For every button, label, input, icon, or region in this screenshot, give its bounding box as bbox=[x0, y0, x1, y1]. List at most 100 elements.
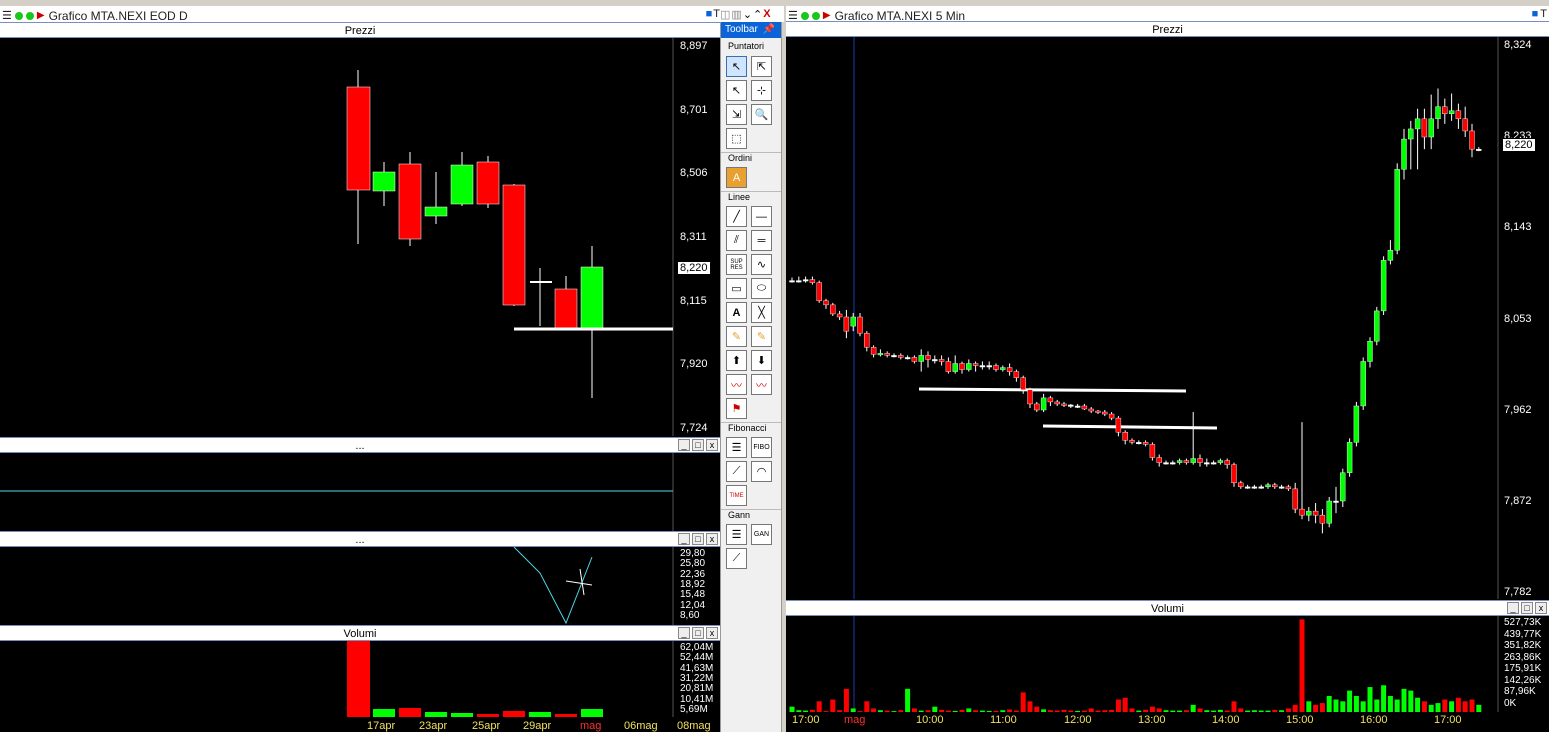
fibo-fan-icon[interactable]: ⟋ bbox=[726, 461, 747, 482]
flag-icon[interactable]: ⚑ bbox=[726, 398, 747, 419]
volume-bar bbox=[877, 710, 883, 712]
arrow-down-icon[interactable]: ⬇ bbox=[751, 350, 772, 371]
text-tool-icon[interactable]: T bbox=[1540, 8, 1547, 20]
candle bbox=[816, 282, 822, 302]
area-select-icon[interactable]: ⬚ bbox=[726, 128, 747, 149]
fibo-tool-icon[interactable]: FIBO bbox=[751, 437, 772, 458]
toolbar-square-icon[interactable]: ◫ bbox=[720, 8, 730, 21]
square-icon[interactable]: ■ bbox=[1532, 8, 1539, 20]
select-tool-icon[interactable]: ⇲ bbox=[726, 104, 747, 125]
volume-bar bbox=[1360, 701, 1366, 712]
toolbar-title: Toolbar 📌 bbox=[721, 22, 781, 38]
section-linee: Linee bbox=[721, 191, 781, 203]
curve-icon[interactable]: ∿ bbox=[751, 254, 772, 275]
candle bbox=[476, 161, 500, 205]
volume-bar bbox=[939, 709, 945, 712]
axis-tick-label: 22,36 bbox=[680, 568, 706, 580]
date-tick-label: 14:00 bbox=[1212, 714, 1240, 726]
candle bbox=[424, 206, 448, 217]
fibo-levels-icon[interactable]: ☰ bbox=[726, 437, 747, 458]
volume-bar bbox=[905, 688, 911, 712]
candle bbox=[843, 316, 850, 332]
candle bbox=[1149, 444, 1156, 458]
pencil-icon[interactable]: ✎ bbox=[726, 326, 747, 347]
arrow-up-icon[interactable]: ⬆ bbox=[726, 350, 747, 371]
left-price-chart[interactable] bbox=[0, 38, 720, 436]
support-line[interactable] bbox=[918, 387, 1187, 393]
maximize-icon[interactable]: □ bbox=[692, 439, 704, 451]
axis-tick-label: 8,506 bbox=[680, 167, 708, 180]
volume-bar bbox=[1299, 619, 1305, 712]
wave-delete-icon[interactable]: 〰 bbox=[751, 374, 772, 395]
zoom-icon[interactable]: 🔍 bbox=[751, 104, 772, 125]
time-zones-icon[interactable]: TIME bbox=[726, 485, 747, 506]
candle bbox=[1360, 361, 1366, 407]
volume-bar bbox=[891, 711, 897, 712]
candle bbox=[979, 365, 986, 368]
close-icon[interactable]: x bbox=[706, 627, 718, 639]
maximize-icon[interactable]: □ bbox=[692, 627, 704, 639]
gann-fan-icon[interactable]: ⟋ bbox=[726, 548, 747, 569]
minimize-icon[interactable]: _ bbox=[678, 439, 690, 451]
close-icon[interactable]: x bbox=[706, 439, 718, 451]
axis-tick-label: 12,04 bbox=[680, 599, 706, 611]
cursor-tool-icon[interactable]: ↖ bbox=[726, 80, 747, 101]
cross-lines-icon[interactable]: ╳ bbox=[751, 302, 772, 323]
indicator-pane-header: ... _ □ x bbox=[0, 437, 720, 453]
volume-bar bbox=[1102, 710, 1108, 712]
horizontal-line-icon[interactable]: — bbox=[751, 206, 772, 227]
volume-bar bbox=[925, 710, 931, 712]
oscillator-chart[interactable] bbox=[0, 547, 720, 625]
date-tick-label: 08mag bbox=[677, 720, 711, 732]
maximize-icon[interactable]: □ bbox=[1521, 602, 1533, 614]
wave-icon[interactable]: 〰 bbox=[726, 374, 747, 395]
minimize-icon[interactable]: _ bbox=[678, 627, 690, 639]
volume-bar bbox=[425, 712, 447, 717]
text-icon[interactable]: A bbox=[726, 302, 747, 323]
pointer-info-tool-icon[interactable]: ⇱ bbox=[751, 56, 772, 77]
volume-bar bbox=[1041, 709, 1047, 712]
trendline-icon[interactable]: ╱ bbox=[726, 206, 747, 227]
left-volume-chart[interactable] bbox=[0, 641, 720, 717]
fibo-arc-icon[interactable]: ◠ bbox=[751, 461, 772, 482]
volume-bar bbox=[1428, 704, 1434, 712]
close-icon[interactable]: x bbox=[706, 533, 718, 545]
right-price-chart[interactable] bbox=[786, 37, 1549, 599]
volume-bar bbox=[1326, 695, 1332, 712]
parallel-lines-icon[interactable]: ═ bbox=[751, 230, 772, 251]
candle bbox=[1142, 442, 1149, 445]
ellipse-icon[interactable]: ⬭ bbox=[751, 278, 772, 299]
volume-bar bbox=[1265, 710, 1271, 712]
close-icon[interactable]: X bbox=[763, 8, 770, 20]
rectangle-icon[interactable]: ▭ bbox=[726, 278, 747, 299]
right-volume-chart[interactable] bbox=[786, 616, 1549, 712]
arrow-right-icon[interactable]: ▶ bbox=[37, 10, 45, 21]
indicator-chart[interactable] bbox=[0, 453, 720, 531]
menu-icon[interactable]: ☰ bbox=[2, 9, 12, 22]
candle bbox=[1469, 130, 1475, 150]
toolbar-grid-icon[interactable]: ▥ bbox=[731, 8, 741, 21]
pin-icon[interactable]: 📌 bbox=[763, 22, 775, 38]
minimize-icon[interactable]: _ bbox=[1507, 602, 1519, 614]
gann-levels-icon[interactable]: ☰ bbox=[726, 524, 747, 545]
status-green-icon bbox=[811, 11, 820, 20]
maximize-icon[interactable]: □ bbox=[692, 533, 704, 545]
volume-bar bbox=[1449, 701, 1455, 712]
channel-icon[interactable]: ⫽ bbox=[726, 230, 747, 251]
pointer-tool-icon[interactable]: ↖ bbox=[726, 56, 747, 77]
volume-bar bbox=[1258, 710, 1264, 712]
sup-res-icon[interactable]: SUP RES bbox=[726, 254, 747, 275]
support-line[interactable] bbox=[1042, 424, 1218, 430]
arrow-right-icon[interactable]: ▶ bbox=[823, 10, 831, 21]
close-icon[interactable]: x bbox=[1535, 602, 1547, 614]
chevron-up-icon[interactable]: ⌃ bbox=[753, 8, 762, 21]
chevron-down-icon[interactable]: ⌄ bbox=[743, 8, 752, 21]
square-icon[interactable]: ■ bbox=[706, 8, 713, 20]
text-tool-icon[interactable]: T bbox=[713, 8, 720, 20]
order-icon[interactable]: A bbox=[726, 167, 747, 188]
eraser-icon[interactable]: ✎ bbox=[751, 326, 772, 347]
minimize-icon[interactable]: _ bbox=[678, 533, 690, 545]
volume-bar bbox=[1177, 710, 1183, 712]
gann-tool-icon[interactable]: GAN bbox=[751, 524, 772, 545]
crosshair-tool-icon[interactable]: ⊹ bbox=[751, 80, 772, 101]
